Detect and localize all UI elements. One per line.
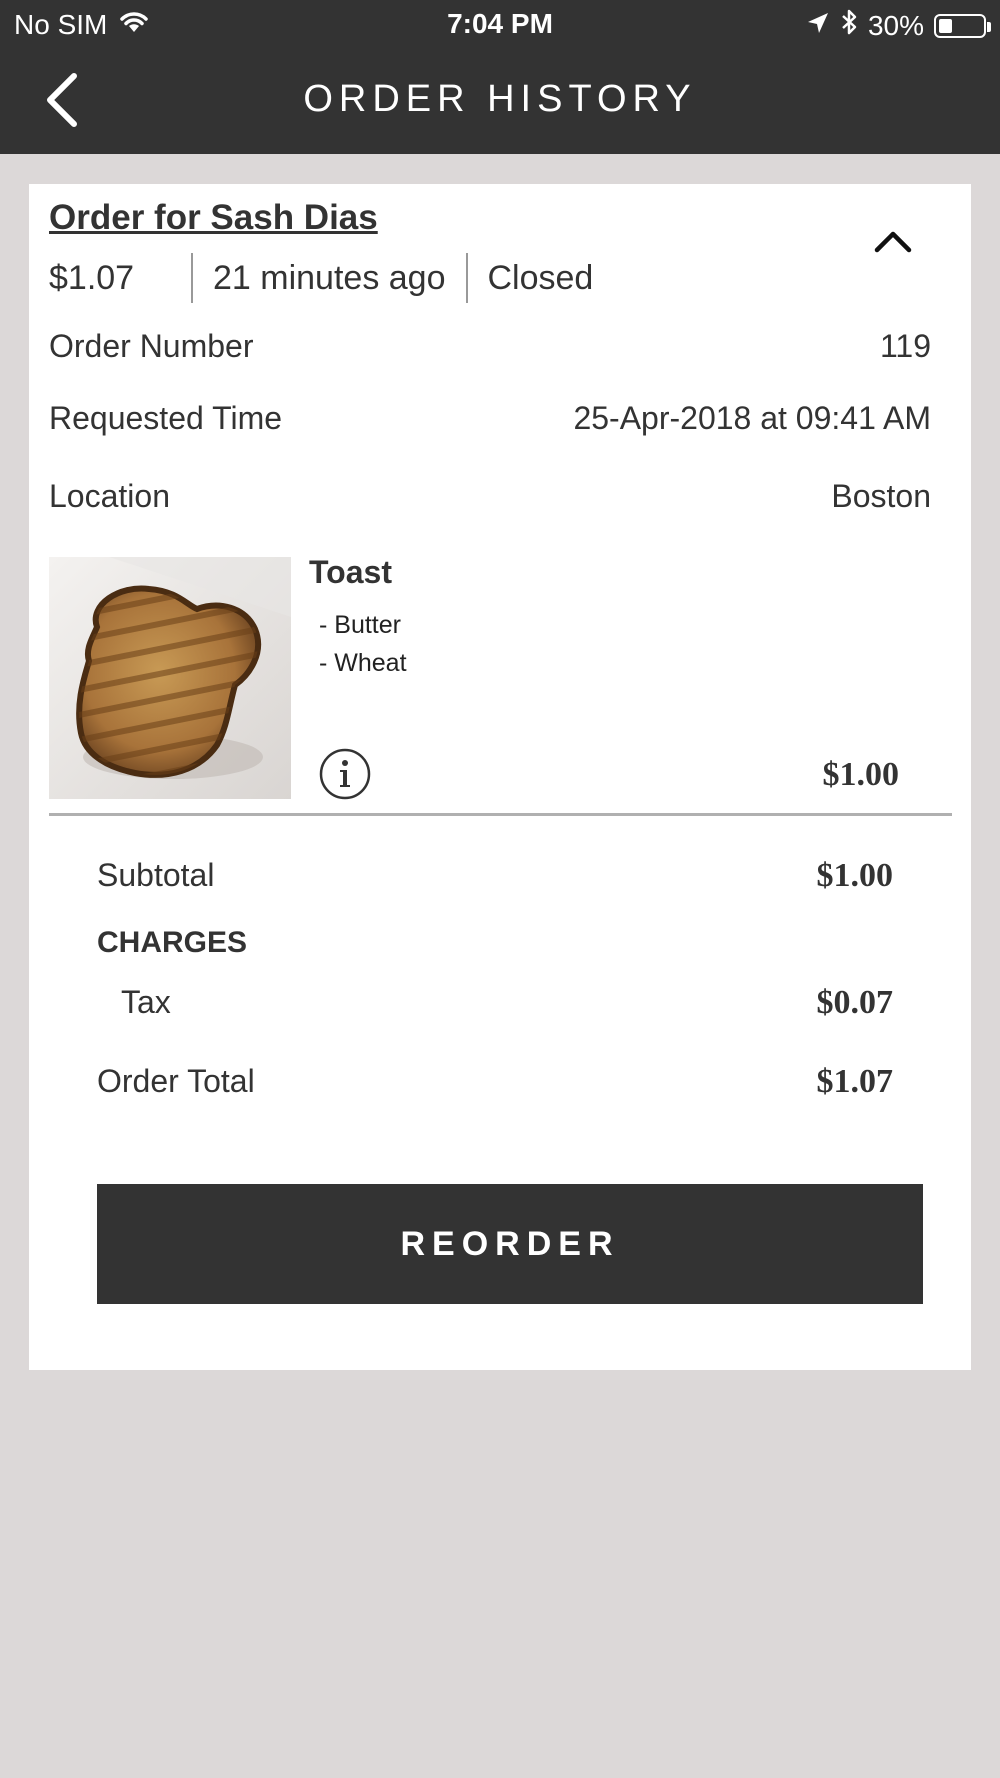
collapse-button[interactable]: [869, 220, 917, 260]
detail-value: 119: [879, 328, 931, 364]
detail-value: Boston: [831, 478, 931, 514]
status-bar: No SIM 7:04 PM 30%: [0, 0, 1000, 50]
detail-row-requested-time: Requested Time 25-Apr-2018 at 09:41 AM: [49, 400, 931, 437]
item-info-button[interactable]: [319, 748, 371, 800]
location-arrow-icon: [806, 10, 830, 42]
tax-row: Tax $0.07: [97, 984, 893, 1022]
bluetooth-icon: [840, 8, 858, 43]
top-bar: No SIM 7:04 PM 30% ORDER HISTORY: [0, 0, 1000, 154]
detail-row-order-number: Order Number 119: [49, 328, 931, 365]
subtotal-row: Subtotal $1.00: [97, 857, 893, 895]
battery-tip: [987, 21, 991, 32]
detail-label: Location: [49, 478, 170, 514]
item-divider: [49, 813, 952, 816]
detail-label: Requested Time: [49, 400, 283, 436]
order-time-ago: 21 minutes ago: [213, 258, 446, 297]
page-title: ORDER HISTORY: [303, 78, 697, 120]
item-modifier: - Butter: [319, 611, 401, 639]
order-status: Closed: [487, 258, 594, 297]
info-icon: [319, 748, 371, 800]
subtotal-amount: $1.00: [816, 857, 894, 894]
tax-label: Tax: [121, 984, 171, 1020]
order-total-label: Order Total: [97, 1063, 255, 1099]
reorder-button[interactable]: REORDER: [97, 1184, 923, 1304]
item-modifier: - Wheat: [319, 649, 407, 677]
item-name: Toast: [309, 554, 392, 590]
tax-amount: $0.07: [816, 984, 894, 1021]
status-right: 30%: [806, 8, 991, 43]
item-price: $1.00: [822, 756, 900, 793]
battery-icon: [934, 13, 991, 38]
chevron-up-icon: [874, 231, 912, 253]
order-card: Order for Sash Dias $1.07 21 minutes ago…: [29, 184, 971, 1370]
battery-percent: 30%: [867, 9, 924, 41]
charges-heading: CHARGES: [97, 926, 248, 959]
order-total-amount: $1.07: [816, 1063, 894, 1100]
summary-divider: [465, 253, 468, 303]
order-summary: $1.07 21 minutes ago Closed: [49, 252, 593, 304]
subtotal-label: Subtotal: [97, 857, 215, 893]
detail-label: Order Number: [49, 328, 254, 364]
detail-value: 25-Apr-2018 at 09:41 AM: [573, 400, 931, 436]
summary-divider: [191, 253, 193, 303]
item-modifiers: - Butter - Wheat: [319, 606, 407, 682]
battery-level: [939, 18, 952, 33]
detail-row-location: Location Boston: [49, 478, 931, 515]
order-total-summary: $1.07: [49, 258, 135, 297]
item-image-toast: [49, 557, 291, 799]
order-total-row: Order Total $1.07: [97, 1063, 893, 1101]
order-title[interactable]: Order for Sash Dias: [49, 198, 378, 238]
